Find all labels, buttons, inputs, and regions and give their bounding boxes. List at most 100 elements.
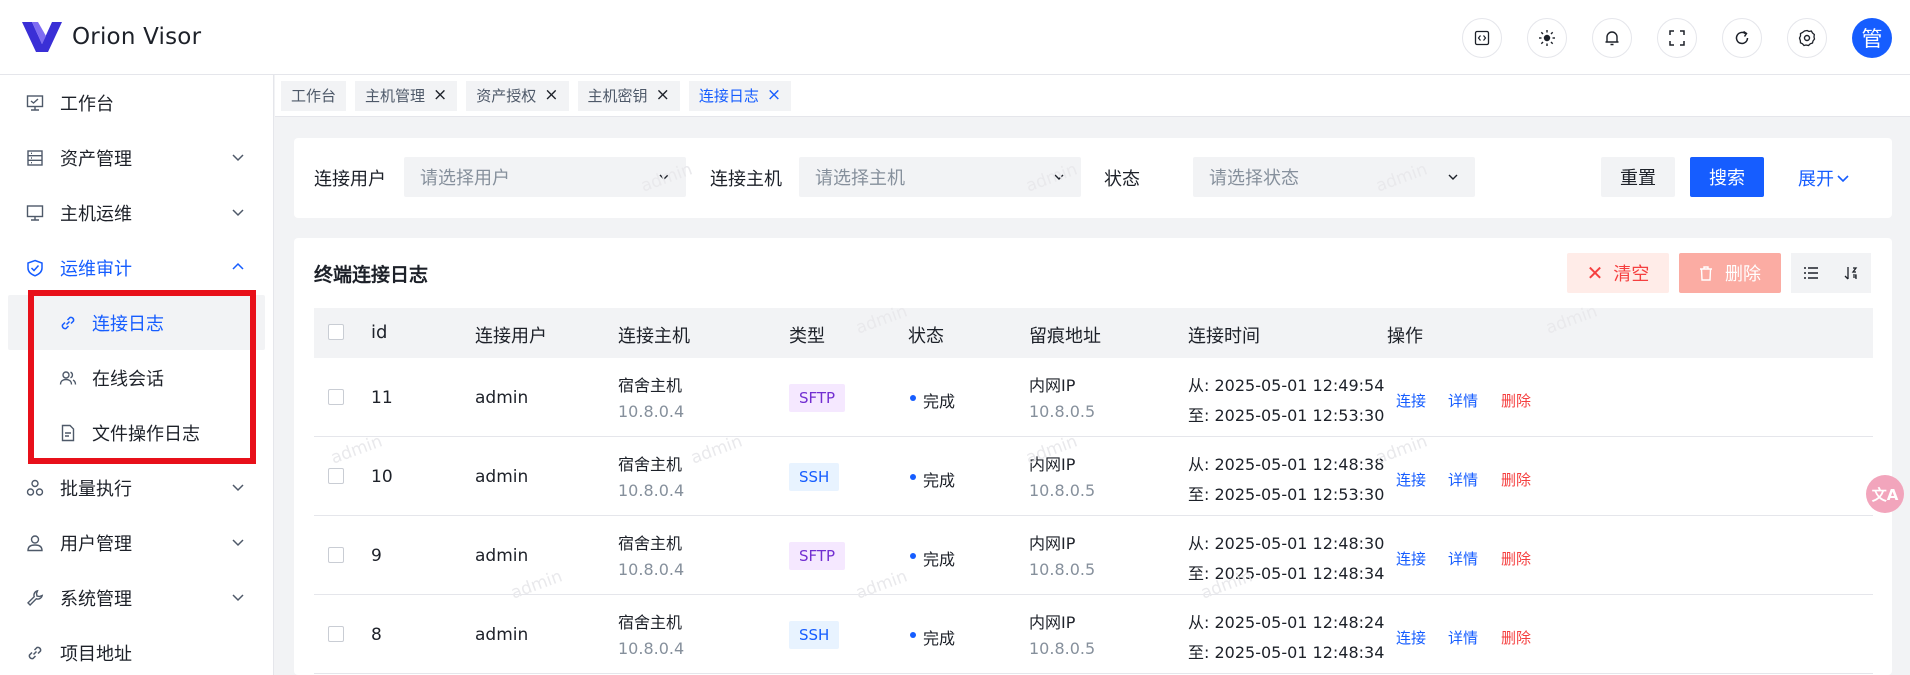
table-card: 终端连接日志 ✕ 清空 删除 id 连接用户 连接主机 类型 状态 留痕地址 连… <box>294 238 1892 675</box>
row-id: 8 <box>371 625 382 645</box>
row-trace-ip: 10.8.0.5 <box>1029 402 1096 421</box>
bell-icon[interactable] <box>1592 18 1632 58</box>
sidebar-item-project[interactable]: 项目地址 <box>0 625 273 675</box>
sidebar-item-users[interactable]: 用户管理 <box>0 515 273 570</box>
select-all-checkbox[interactable] <box>328 324 344 340</box>
code-icon[interactable] <box>1462 18 1502 58</box>
user-select-placeholder: 请选择用户 <box>420 168 510 189</box>
expand-button[interactable]: 展开 <box>1798 165 1850 191</box>
tab-host-manage[interactable]: 主机管理 × <box>355 80 458 111</box>
row-user: admin <box>475 625 529 645</box>
close-icon[interactable]: × <box>656 87 670 104</box>
row-host-ip: 10.8.0.4 <box>618 481 685 500</box>
close-icon[interactable]: × <box>767 87 781 104</box>
delete-link[interactable]: 删除 <box>1501 548 1531 569</box>
row-checkbox[interactable] <box>328 626 344 642</box>
search-button[interactable]: 搜索 <box>1690 157 1764 197</box>
delete-link[interactable]: 删除 <box>1501 627 1531 648</box>
tab-label: 资产授权 <box>476 87 537 105</box>
clear-button[interactable]: ✕ 清空 <box>1567 253 1669 293</box>
sidebar-item-host-ops[interactable]: 主机运维 <box>0 185 273 240</box>
table-header: id 连接用户 连接主机 类型 状态 留痕地址 连接时间 操作 <box>314 308 1873 358</box>
gear-icon[interactable] <box>1787 18 1827 58</box>
status-dot <box>910 553 916 559</box>
sidebar-item-label: 用户管理 <box>60 533 132 555</box>
status-dot <box>910 395 916 401</box>
host-select-placeholder: 请选择主机 <box>815 168 905 189</box>
table-row: 8 admin 宿舍主机 10.8.0.4 SSH 完成 内网IP 10.8.0… <box>314 595 1873 674</box>
desktop-icon <box>24 202 46 224</box>
sidebar-item-system[interactable]: 系统管理 <box>0 570 273 625</box>
sort-button[interactable] <box>1831 253 1871 293</box>
detail-link[interactable]: 详情 <box>1448 469 1478 490</box>
reset-button[interactable]: 重置 <box>1601 157 1675 197</box>
tab-connection-log[interactable]: 连接日志 × <box>688 80 792 111</box>
monitor-icon <box>24 92 46 114</box>
column-header: id <box>371 322 388 343</box>
row-status: 完成 <box>923 550 956 569</box>
row-host-ip: 10.8.0.4 <box>618 402 685 421</box>
row-checkbox[interactable] <box>328 547 344 563</box>
tab-asset-grant[interactable]: 资产授权 × <box>466 80 569 111</box>
connect-link[interactable]: 连接 <box>1396 548 1426 569</box>
detail-link[interactable]: 详情 <box>1448 548 1478 569</box>
row-time-from: 从: 2025-05-01 12:48:24 <box>1188 613 1385 632</box>
row-trace: 内网IP <box>1029 455 1076 474</box>
chevron-down-icon <box>1054 174 1064 180</box>
tab-host-key[interactable]: 主机密钥 × <box>577 80 680 111</box>
close-icon: ✕ <box>1586 261 1604 285</box>
app-logo[interactable]: Orion Visor <box>22 22 201 52</box>
row-time-from: 从: 2025-05-01 12:48:30 <box>1188 534 1385 553</box>
connect-link[interactable]: 连接 <box>1396 390 1426 411</box>
sidebar-item-workbench[interactable]: 工作台 <box>0 75 273 130</box>
tab-label: 连接日志 <box>698 87 759 105</box>
row-time-from: 从: 2025-05-01 12:48:38 <box>1188 455 1385 474</box>
detail-link[interactable]: 详情 <box>1448 627 1478 648</box>
chevron-down-icon <box>1448 174 1458 180</box>
chevron-down-icon <box>232 209 244 217</box>
refresh-icon[interactable] <box>1722 18 1762 58</box>
sidebar-item-batch[interactable]: 批量执行 <box>0 460 273 515</box>
sidebar-item-label: 批量执行 <box>60 478 132 500</box>
avatar[interactable]: 管 <box>1852 18 1892 58</box>
tab-workbench[interactable]: 工作台 <box>281 80 347 111</box>
host-select[interactable]: 请选择主机 <box>799 157 1081 197</box>
link-icon <box>24 642 46 664</box>
trash-icon <box>1700 265 1712 281</box>
delete-button[interactable]: 删除 <box>1679 253 1781 293</box>
column-header: 连接时间 <box>1188 326 1260 347</box>
close-icon[interactable]: × <box>544 87 558 104</box>
status-select[interactable]: 请选择状态 <box>1193 157 1475 197</box>
sun-icon[interactable] <box>1527 18 1567 58</box>
delete-link[interactable]: 删除 <box>1501 469 1531 490</box>
user-icon <box>24 532 46 554</box>
row-time-from: 从: 2025-05-01 12:49:54 <box>1188 376 1385 395</box>
sidebar-item-assets[interactable]: 资产管理 <box>0 130 273 185</box>
column-header: 类型 <box>789 326 825 347</box>
row-host: 宿舍主机 <box>618 613 683 632</box>
translate-icon[interactable]: 文A <box>1866 475 1904 513</box>
tab-label: 主机密钥 <box>587 87 648 105</box>
table-row: 9 admin 宿舍主机 10.8.0.4 SFTP 完成 内网IP 10.8.… <box>314 516 1873 595</box>
row-status: 完成 <box>923 471 956 490</box>
chevron-down-icon <box>232 539 244 547</box>
row-trace: 内网IP <box>1029 613 1076 632</box>
row-checkbox[interactable] <box>328 468 344 484</box>
sort-icon <box>1844 267 1858 280</box>
column-settings-button[interactable] <box>1791 253 1831 293</box>
fullscreen-icon[interactable] <box>1657 18 1697 58</box>
row-user: admin <box>475 467 529 487</box>
sidebar-item-audit[interactable]: 运维审计 <box>0 240 273 295</box>
user-select[interactable]: 请选择用户 <box>404 157 686 197</box>
app-name: Orion Visor <box>72 24 202 50</box>
page-tabs: 工作台 主机管理 × 资产授权 × 主机密钥 × 连接日志 × <box>275 75 1910 117</box>
detail-link[interactable]: 详情 <box>1448 390 1478 411</box>
connect-link[interactable]: 连接 <box>1396 627 1426 648</box>
delete-link[interactable]: 删除 <box>1501 390 1531 411</box>
close-icon[interactable]: × <box>433 87 447 104</box>
wrench-icon <box>24 587 46 609</box>
logo-icon <box>22 22 62 52</box>
row-checkbox[interactable] <box>328 389 344 405</box>
connect-link[interactable]: 连接 <box>1396 469 1426 490</box>
tab-label: 工作台 <box>291 87 337 105</box>
